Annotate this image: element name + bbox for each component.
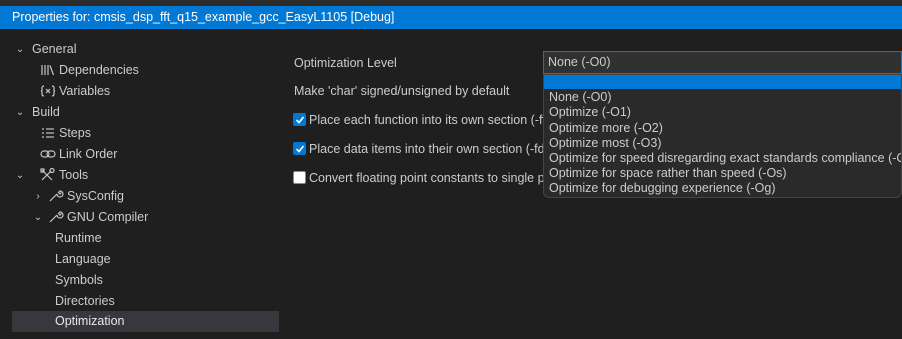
tree-item-label: Dependencies — [59, 63, 139, 77]
data-sections-checkbox-row[interactable]: Place data items into their own section … — [293, 141, 551, 157]
settings-tree: ⌄ General Dependencies Variables ⌄ Build… — [0, 34, 282, 339]
dropdown-option-os[interactable]: Optimize for space rather than speed (-O… — [544, 166, 901, 181]
variable-icon — [40, 81, 56, 102]
tree-item-tools[interactable]: ⌄ Tools — [12, 165, 279, 186]
dropdown-option-o1[interactable]: Optimize (-O1) — [544, 105, 901, 120]
chevron-down-icon[interactable]: ⌄ — [32, 207, 44, 228]
tree-item-label: Language — [55, 252, 111, 266]
tree-item-label: General — [32, 42, 77, 56]
tree-item-variables[interactable]: Variables — [12, 81, 279, 102]
wrench-icon — [48, 186, 64, 207]
single-precision-constants-label: Convert floating point constants to sing… — [309, 171, 545, 185]
single-precision-constants-checkbox-row[interactable]: Convert floating point constants to sing… — [293, 170, 545, 186]
window-title: Properties for: cmsis_dsp_fft_q15_exampl… — [12, 10, 395, 24]
list-icon — [40, 123, 56, 144]
tree-item-label: Link Order — [59, 147, 118, 161]
optimization-level-label: Optimization Level — [294, 56, 397, 70]
tree-item-label: Runtime — [55, 231, 102, 245]
dropdown-option-og[interactable]: Optimize for debugging experience (-Og) — [544, 181, 901, 196]
dropdown-option-ofast[interactable]: Optimize for speed disregarding exact st… — [544, 151, 901, 166]
tree-item-build[interactable]: ⌄ Build — [12, 102, 279, 123]
data-sections-label: Place data items into their own section … — [309, 142, 552, 156]
tree-item-label: GNU Compiler — [67, 210, 149, 224]
tree-item-label: Build — [32, 105, 60, 119]
tree-item-dependencies[interactable]: Dependencies — [12, 60, 279, 81]
chevron-down-icon[interactable]: ⌄ — [14, 39, 26, 60]
tools-icon — [40, 165, 56, 186]
tree-item-general[interactable]: ⌄ General — [12, 39, 279, 60]
single-precision-constants-checkbox[interactable] — [293, 171, 306, 184]
chevron-down-icon[interactable]: ⌄ — [14, 165, 26, 186]
tree-item-label: Directories — [55, 294, 115, 308]
tree-item-gnu-compiler[interactable]: ⌄ GNU Compiler — [12, 207, 279, 228]
library-icon — [40, 60, 56, 81]
window-title-bar: Properties for: cmsis_dsp_fft_q15_exampl… — [0, 6, 902, 29]
data-sections-checkbox[interactable] — [293, 142, 306, 155]
dropdown-option-o0[interactable]: None (-O0) — [544, 90, 901, 105]
tree-item-label: Variables — [59, 84, 111, 98]
function-sections-checkbox[interactable] — [293, 113, 306, 126]
function-sections-label: Place each function into its own section… — [309, 113, 546, 127]
wrench-icon — [48, 207, 64, 228]
tree-item-optimization[interactable]: Optimization — [12, 311, 279, 332]
link-icon — [40, 144, 56, 165]
tree-item-label: Steps — [59, 126, 91, 140]
tree-item-steps[interactable]: Steps — [12, 123, 279, 144]
dropdown-option-o3[interactable]: Optimize most (-O3) — [544, 136, 901, 151]
chevron-down-icon[interactable]: ⌄ — [14, 102, 26, 123]
dropdown-option-o2[interactable]: Optimize more (-O2) — [544, 121, 901, 136]
tree-item-runtime[interactable]: Runtime — [12, 228, 279, 249]
tree-item-directories[interactable]: Directories — [12, 291, 279, 312]
tree-item-label: SysConfig — [67, 189, 124, 203]
char-signedness-label: Make 'char' signed/unsigned by default — [294, 84, 510, 98]
tree-item-symbols[interactable]: Symbols — [12, 270, 279, 291]
tree-item-language[interactable]: Language — [12, 249, 279, 270]
function-sections-checkbox-row[interactable]: Place each function into its own section… — [293, 112, 546, 128]
optimization-level-select[interactable]: None (-O0) — [543, 51, 902, 74]
tree-item-link-order[interactable]: Link Order — [12, 144, 279, 165]
tree-item-sysconfig[interactable]: › SysConfig — [12, 186, 279, 207]
chevron-right-icon[interactable]: › — [32, 186, 44, 207]
optimization-level-value: None (-O0) — [548, 55, 611, 69]
tree-item-label: Tools — [59, 168, 89, 182]
optimization-level-dropdown[interactable]: None (-O0) Optimize (-O1) Optimize more … — [543, 74, 902, 198]
tree-item-label: Optimization — [55, 314, 125, 328]
dropdown-option-empty[interactable] — [544, 75, 901, 89]
tree-item-label: Symbols — [55, 273, 103, 287]
